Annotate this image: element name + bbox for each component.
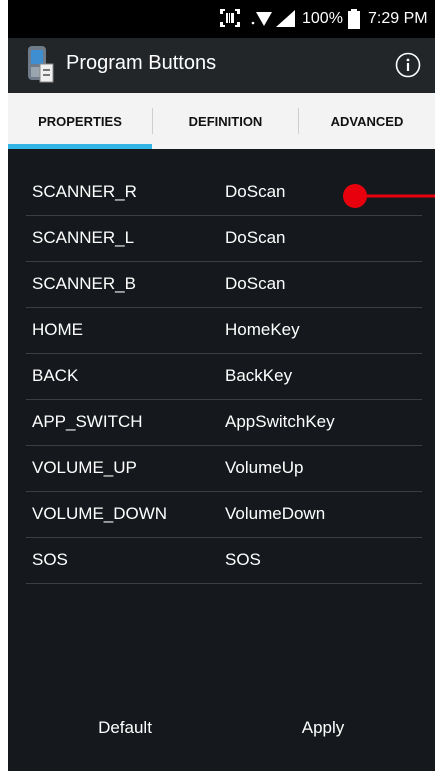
- mapping-row-home[interactable]: HOME HomeKey: [26, 308, 422, 354]
- mapping-value: VolumeUp: [225, 458, 304, 477]
- mapping-value: DoScan: [225, 274, 286, 293]
- battery-percent: 100%: [302, 10, 343, 27]
- mapping-key: VOLUME_UP: [32, 458, 137, 477]
- status-time: 7:29 PM: [368, 10, 428, 27]
- mapping-key: SCANNER_R: [32, 182, 137, 201]
- wifi-icon: [251, 12, 272, 26]
- mapping-key: SCANNER_L: [32, 228, 135, 247]
- mapping-key: SOS: [32, 550, 68, 569]
- mapping-row-back[interactable]: BACK BackKey: [26, 354, 422, 400]
- battery-icon: [348, 9, 360, 29]
- mapping-value: VolumeDown: [225, 504, 326, 523]
- mapping-value: DoScan: [225, 182, 286, 201]
- mapping-row-app-switch[interactable]: APP_SWITCH AppSwitchKey: [26, 400, 422, 446]
- tab-advanced[interactable]: ADVANCED: [299, 93, 435, 149]
- bottom-action-bar: Default Apply: [8, 704, 435, 752]
- mapping-row-sos[interactable]: SOS SOS: [26, 538, 422, 584]
- mapping-row-volume-up[interactable]: VOLUME_UP VolumeUp: [26, 446, 422, 492]
- default-button[interactable]: Default: [48, 704, 202, 752]
- annotation-pointer: [343, 184, 435, 208]
- info-icon[interactable]: [395, 52, 421, 78]
- mapping-row-scanner-b[interactable]: SCANNER_B DoScan: [26, 262, 422, 308]
- mapping-key: VOLUME_DOWN: [32, 504, 168, 523]
- mapping-key: SCANNER_B: [32, 274, 136, 293]
- app-bar: Program Buttons: [8, 38, 435, 93]
- button-mapping-list: SCANNER_R DoScan SCANNER_L DoScan SCANNE…: [26, 170, 422, 584]
- mapping-key: BACK: [32, 366, 79, 385]
- apply-button[interactable]: Apply: [248, 704, 398, 752]
- mapping-value: DoScan: [225, 228, 286, 247]
- mapping-value: HomeKey: [225, 320, 300, 339]
- barcode-scan-icon: [220, 9, 240, 27]
- mapping-value: AppSwitchKey: [225, 412, 335, 431]
- device-screen: 100% 7:29 PM Program Buttons PROPERTIES …: [8, 0, 435, 771]
- mapping-row-volume-down[interactable]: VOLUME_DOWN VolumeDown: [26, 492, 422, 538]
- mapping-value: SOS: [225, 550, 261, 569]
- tab-definition[interactable]: DEFINITION: [153, 93, 298, 149]
- signal-icon: [276, 10, 295, 27]
- mapping-key: HOME: [32, 320, 83, 339]
- tab-properties[interactable]: PROPERTIES: [8, 93, 152, 149]
- mapping-row-scanner-l[interactable]: SCANNER_L DoScan: [26, 216, 422, 262]
- scanner-device-icon[interactable]: [26, 44, 54, 84]
- page-title: Program Buttons: [66, 52, 217, 74]
- mapping-value: BackKey: [225, 366, 293, 385]
- status-bar: 100% 7:29 PM: [8, 0, 435, 38]
- tab-selected-indicator: [8, 144, 152, 149]
- mapping-key: APP_SWITCH: [32, 412, 143, 431]
- tab-bar: PROPERTIES DEFINITION ADVANCED: [8, 93, 435, 149]
